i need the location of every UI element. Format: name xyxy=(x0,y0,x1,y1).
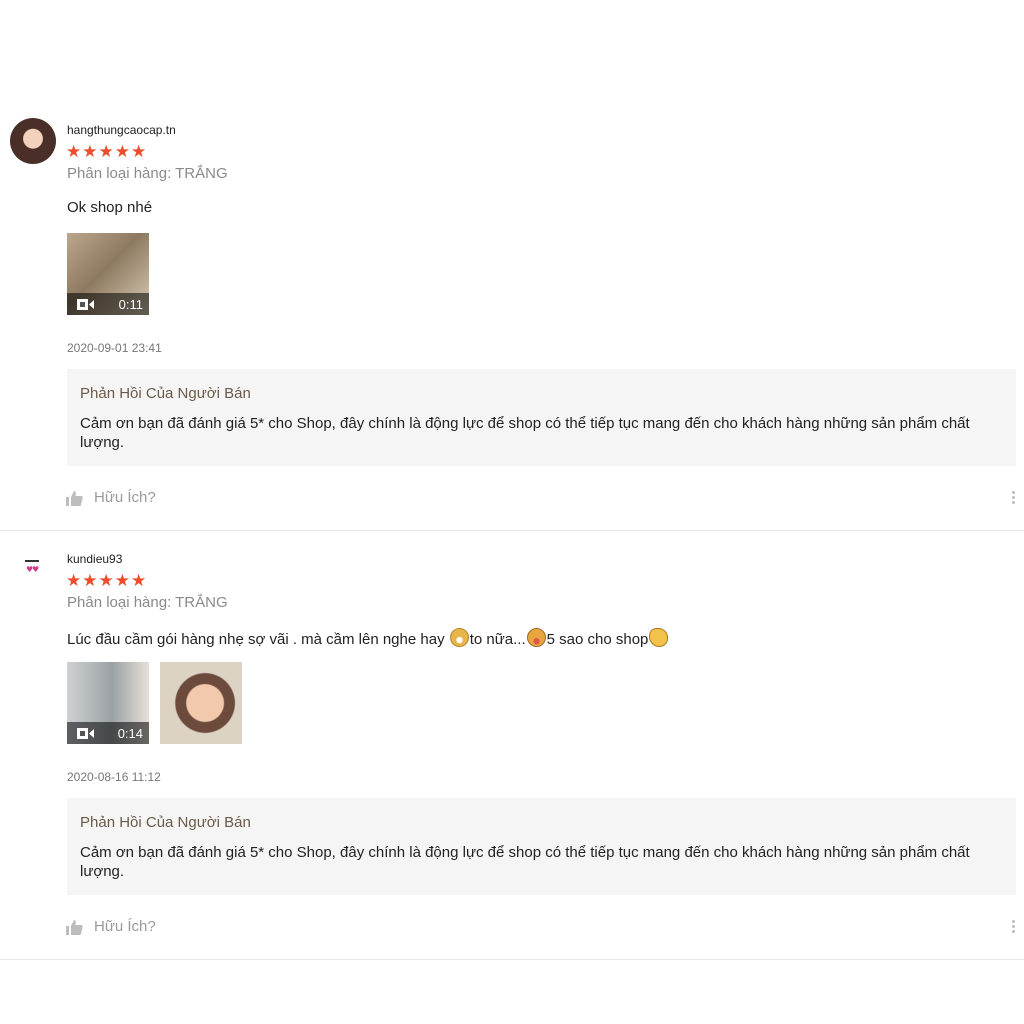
helpful-label: Hữu Ích? xyxy=(94,489,156,506)
image-thumbnail[interactable] xyxy=(160,662,242,744)
review-item: ♥ ♥ kundieu93 ★★★★★ Phân loại hàng: TRẮN… xyxy=(0,547,1024,960)
avatar-logo-icon: ♥ ♥ xyxy=(25,560,39,574)
seller-reply-text: Cảm ơn bạn đã đánh giá 5* cho Shop, đây … xyxy=(80,415,970,451)
video-duration: 0:11 xyxy=(118,297,143,312)
clap-emoji-icon xyxy=(649,628,669,647)
review-timestamp: 2020-09-01 23:41 xyxy=(67,341,162,355)
tongue-emoji-icon xyxy=(526,628,546,647)
helpful-label: Hữu Ích? xyxy=(94,918,156,935)
seller-reply-title: Phản Hồi Của Người Bán xyxy=(80,385,251,402)
video-camera-icon xyxy=(77,299,94,310)
video-thumbnail[interactable]: 0:11 xyxy=(67,233,149,315)
product-variation: Phân loại hàng: TRẮNG xyxy=(67,165,228,182)
more-options-icon[interactable] xyxy=(1008,489,1018,509)
review-timestamp: 2020-08-16 11:12 xyxy=(67,770,161,784)
avatar[interactable] xyxy=(10,118,56,164)
seller-reply: Phản Hồi Của Người Bán Cảm ơn bạn đã đán… xyxy=(67,798,1016,895)
thumbs-up-icon xyxy=(66,491,83,506)
product-variation: Phân loại hàng: TRẮNG xyxy=(67,594,228,611)
video-camera-icon xyxy=(77,728,94,739)
more-options-icon[interactable] xyxy=(1008,918,1018,938)
username[interactable]: hangthungcaocap.tn xyxy=(67,123,176,137)
review-item: hangthungcaocap.tn ★★★★★ Phân loại hàng:… xyxy=(0,118,1024,531)
seller-reply-text: Cảm ơn bạn đã đánh giá 5* cho Shop, đây … xyxy=(80,844,970,880)
video-bar: 0:11 xyxy=(67,293,149,315)
svg-text:♥: ♥ xyxy=(32,565,39,574)
comment-text: to nữa... xyxy=(469,631,526,648)
comment-text: 5 sao cho shop xyxy=(546,631,649,648)
video-duration: 0:14 xyxy=(117,726,143,741)
grin-emoji-icon xyxy=(449,628,469,647)
avatar[interactable]: ♥ ♥ xyxy=(20,555,44,579)
comment-text: Lúc đầu cầm gói hàng nhẹ sợ vãi . mà cầm… xyxy=(67,631,449,648)
rating-stars: ★★★★★ xyxy=(66,142,148,161)
username[interactable]: kundieu93 xyxy=(67,552,122,566)
review-comment: Lúc đầu cầm gói hàng nhẹ sợ vãi . mà cầm… xyxy=(67,628,669,648)
seller-reply: Phản Hồi Của Người Bán Cảm ơn bạn đã đán… xyxy=(67,369,1016,466)
rating-stars: ★★★★★ xyxy=(66,571,148,590)
thumbs-up-icon xyxy=(66,920,83,935)
seller-reply-title: Phản Hồi Của Người Bán xyxy=(80,814,251,831)
review-comment: Ok shop nhé xyxy=(67,199,153,216)
video-bar: 0:14 xyxy=(67,722,149,744)
video-thumbnail[interactable]: 0:14 xyxy=(67,662,149,744)
